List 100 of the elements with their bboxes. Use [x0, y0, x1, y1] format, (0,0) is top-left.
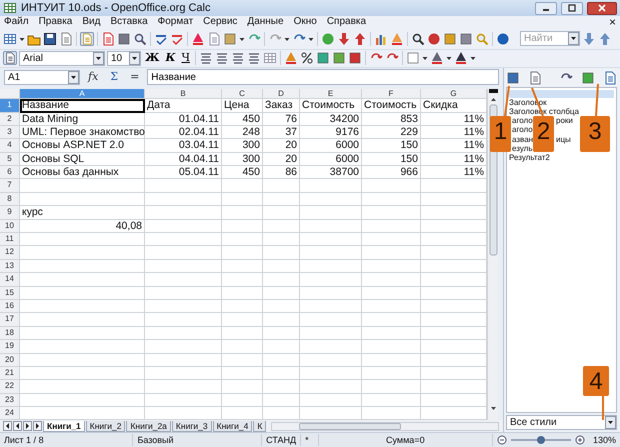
style-list-item[interactable]: Результат2: [509, 152, 550, 162]
column-header[interactable]: D: [263, 89, 300, 100]
cell-reference-field[interactable]: A1: [4, 70, 80, 85]
row-number[interactable]: 4: [0, 139, 20, 153]
sheet-tab[interactable]: Книги_2: [86, 420, 126, 432]
page-style-status: Базовый: [133, 434, 262, 446]
row-number[interactable]: 3: [0, 126, 20, 140]
column-header[interactable]: B: [145, 89, 222, 100]
row-number[interactable]: 8: [0, 192, 20, 206]
row-number[interactable]: 23: [0, 394, 20, 408]
row-number[interactable]: 19: [0, 340, 20, 354]
table-cell: 03.04.11: [145, 139, 222, 153]
close-document-button[interactable]: ×: [608, 16, 617, 28]
style-list-item[interactable]: аголо: [512, 125, 533, 135]
row-number[interactable]: 22: [0, 380, 20, 394]
table-cell: 150: [362, 139, 421, 153]
table-cell: 150: [362, 152, 421, 166]
style-list-item[interactable]: езуль: [512, 144, 533, 153]
menu-item[interactable]: Справка: [326, 16, 368, 28]
row-number[interactable]: 18: [0, 326, 20, 340]
style-list-item[interactable]: азван: [512, 134, 534, 144]
sheet-status: Лист 1 / 8: [0, 434, 134, 446]
menu-item[interactable]: Файл: [3, 16, 30, 28]
formula-input-field[interactable]: Название: [147, 69, 499, 86]
column-header[interactable]: G: [421, 89, 487, 100]
menu-item[interactable]: Вставка: [109, 16, 149, 28]
table-cell: 11%: [421, 166, 487, 180]
row-number[interactable]: 16: [0, 300, 20, 314]
menu-item[interactable]: Сервис: [202, 16, 238, 28]
table-cell: Название: [20, 99, 145, 112]
row-number[interactable]: 15: [0, 286, 20, 300]
table-cell: 38700: [300, 166, 362, 180]
style-list-item[interactable]: аголо: [512, 116, 533, 126]
menu-item[interactable]: Окно: [292, 16, 318, 28]
row-number[interactable]: 12: [0, 246, 20, 260]
column-header[interactable]: E: [300, 89, 362, 100]
row-number[interactable]: 9: [0, 206, 20, 220]
mode-status: СТАНД: [262, 434, 302, 446]
table-cell: 11%: [421, 126, 487, 140]
table-cell: 853: [362, 112, 421, 126]
row-number[interactable]: 5: [0, 152, 20, 166]
table-cell: Дата: [145, 99, 222, 112]
underline-button[interactable]: Ч: [179, 51, 192, 66]
formula-button[interactable]: =: [126, 70, 144, 84]
italic-button[interactable]: К: [163, 51, 178, 66]
sheet-tab[interactable]: Книги_4: [212, 420, 252, 432]
row-number[interactable]: 13: [0, 260, 20, 274]
table-cell: 9176: [300, 126, 362, 140]
sheet-tab[interactable]: К: [253, 420, 266, 432]
row-number[interactable]: 2: [0, 112, 20, 126]
table-cell: 248: [222, 126, 263, 140]
bold-button[interactable]: Ж: [143, 51, 162, 66]
style-list-item[interactable]: роки: [556, 116, 573, 126]
font-name-field[interactable]: Arial: [19, 50, 105, 66]
table-cell: 01.04.11: [145, 112, 222, 126]
sum-status: Сумма=0: [318, 434, 493, 446]
sum-button[interactable]: Σ: [106, 70, 122, 84]
table-cell: 6000: [300, 152, 362, 166]
row-number[interactable]: 10: [0, 220, 20, 234]
table-cell: 76: [263, 112, 300, 126]
menu-item[interactable]: Вид: [81, 16, 102, 28]
table-cell: 86: [263, 166, 300, 180]
column-header[interactable]: C: [222, 89, 263, 100]
style-filter-field[interactable]: Все стили: [506, 415, 617, 430]
table-cell: 11%: [421, 152, 487, 166]
row-number[interactable]: 14: [0, 273, 20, 287]
row-number[interactable]: 20: [0, 354, 20, 367]
table-cell: курс: [20, 206, 145, 220]
row-number[interactable]: 6: [0, 166, 20, 180]
table-cell: 11%: [421, 139, 487, 153]
table-cell: 37: [263, 126, 300, 140]
table-cell: UML: Первое знакомство: [20, 126, 145, 140]
menu-item[interactable]: Правка: [38, 16, 74, 28]
function-wizard-button[interactable]: fx: [84, 70, 102, 84]
row-number[interactable]: 17: [0, 313, 20, 327]
table-cell: Скидка: [421, 99, 487, 112]
table-cell: 300: [222, 139, 263, 153]
table-cell: 450: [222, 166, 263, 180]
row-number[interactable]: 21: [0, 366, 20, 380]
style-list-item[interactable]: ицы: [556, 134, 571, 144]
window-title: ИНТУИТ 10.ods - OpenOffice.org Calc: [21, 0, 212, 16]
table-cell: 966: [362, 166, 421, 180]
menu-item[interactable]: Формат: [156, 16, 194, 28]
row-number[interactable]: 11: [0, 233, 20, 246]
callout-number: 4: [583, 366, 609, 396]
sheet-tab[interactable]: Книги_3: [172, 420, 212, 432]
row-number[interactable]: 7: [0, 179, 20, 193]
font-size-field[interactable]: 10: [107, 50, 141, 66]
sheet-tab[interactable]: Книги_2a: [126, 420, 171, 432]
menu-item[interactable]: Данные: [246, 16, 285, 28]
table-cell: Стоимость: [362, 99, 421, 112]
table-cell: 450: [222, 112, 263, 126]
row-number[interactable]: 24: [0, 407, 20, 420]
table-cell: 6000: [300, 139, 362, 153]
sheet-tab[interactable]: Книги_1: [43, 420, 85, 432]
table-cell: 40,08: [20, 220, 145, 234]
callout-number: 1: [490, 116, 511, 152]
zoom-status: 130%: [592, 434, 617, 446]
table-cell: Стоимость: [300, 99, 362, 112]
column-header[interactable]: F: [362, 89, 421, 100]
